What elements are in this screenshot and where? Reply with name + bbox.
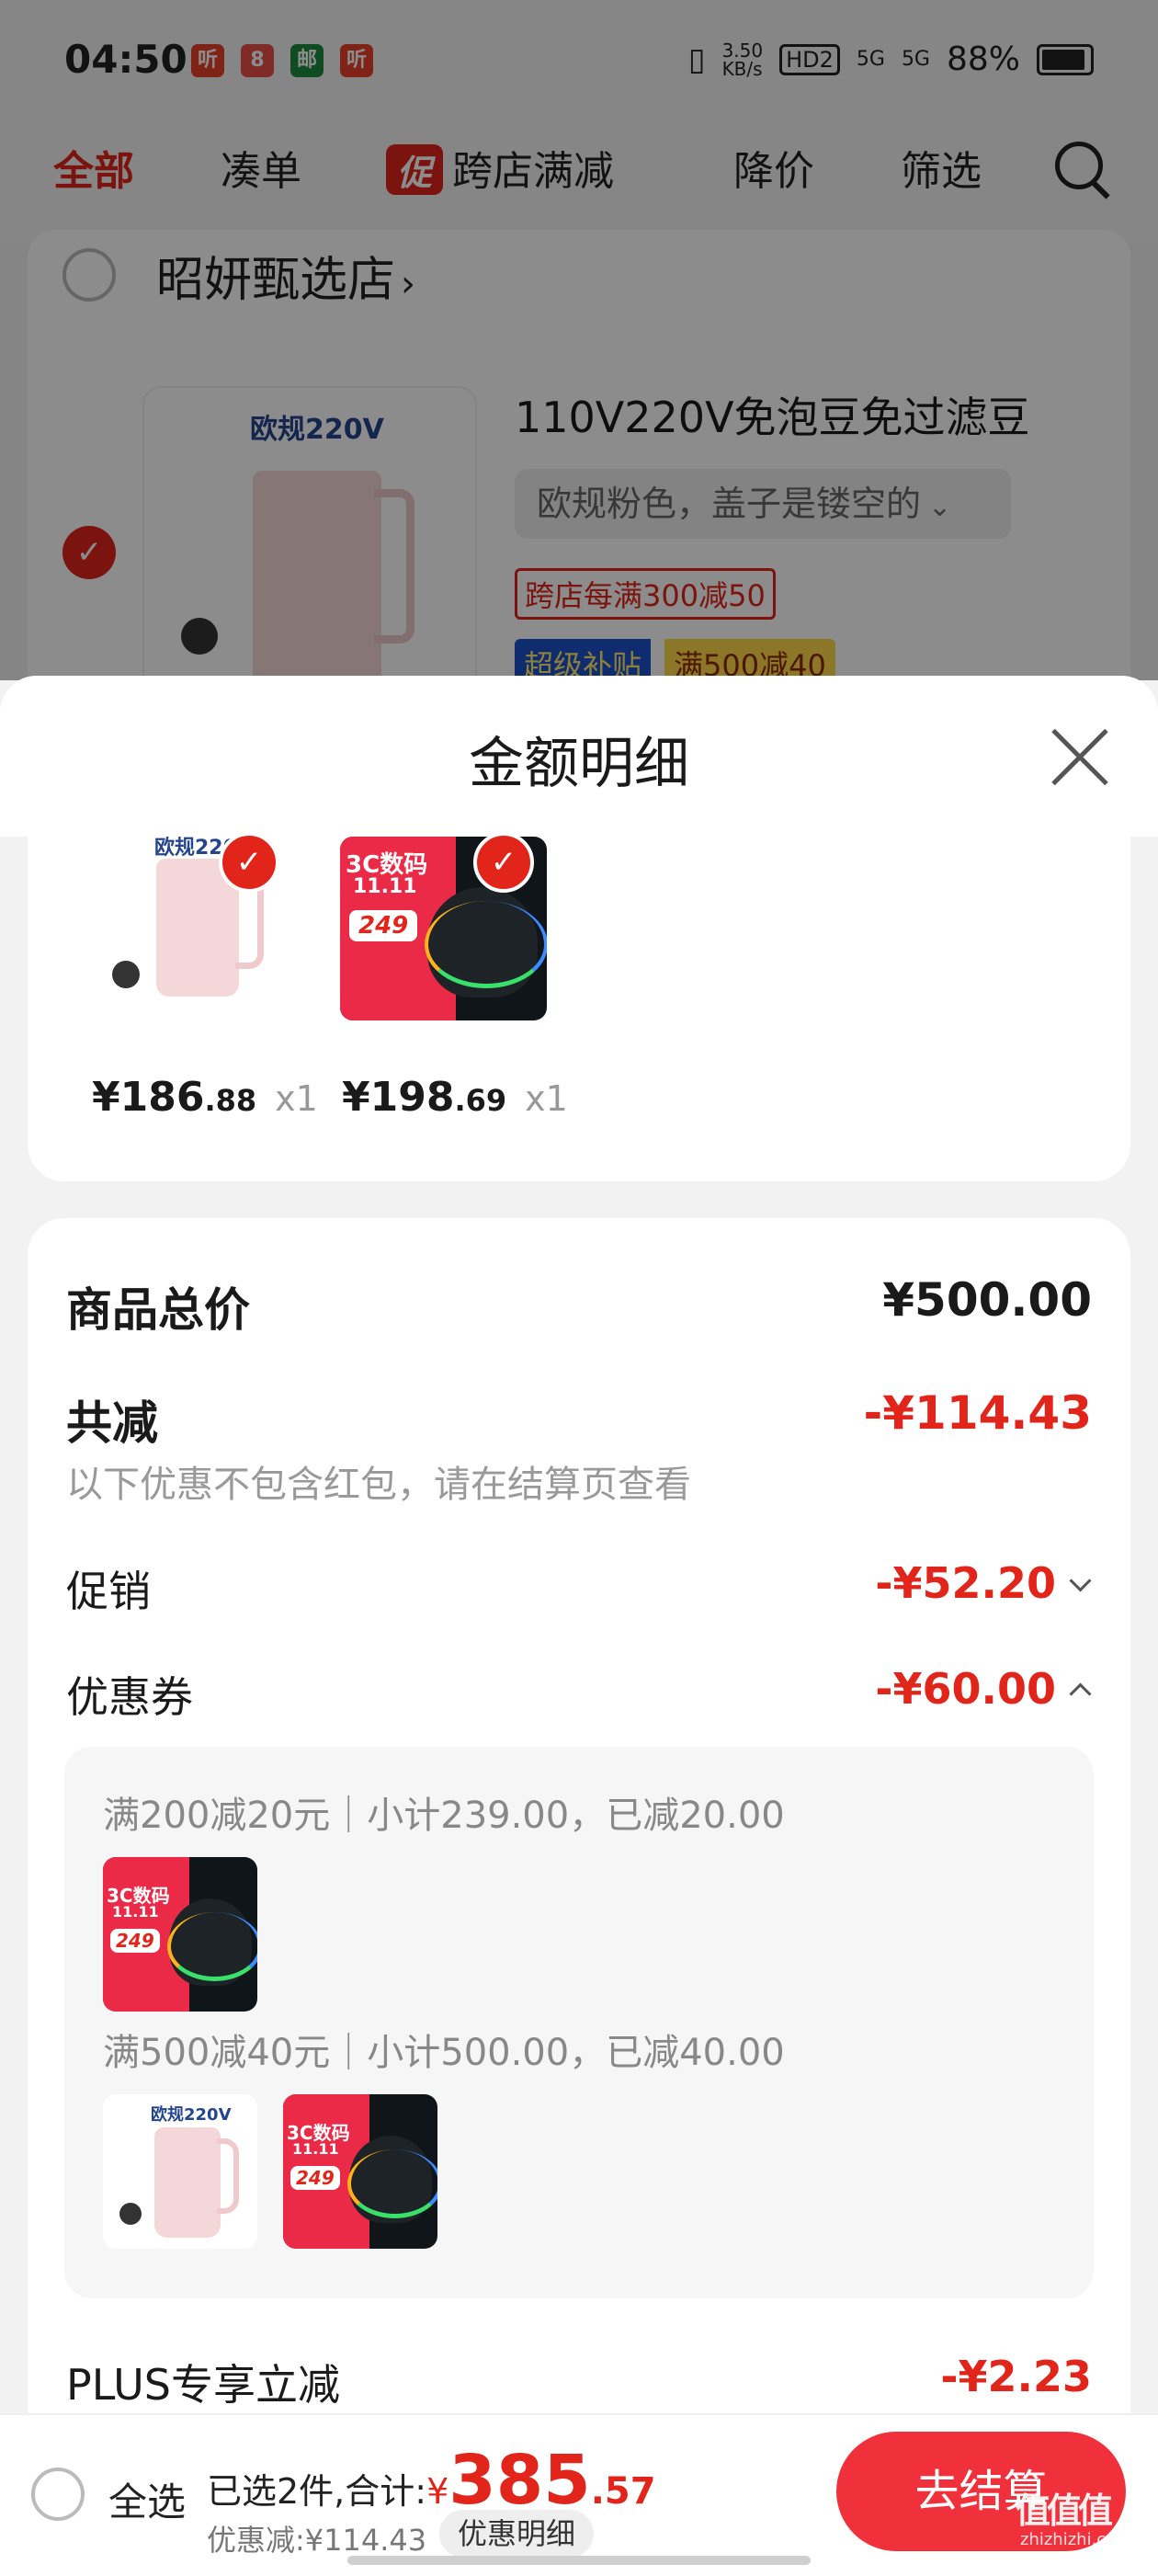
order-summary: 已选2件,合计:¥385.57 [207,2441,656,2520]
coupon-row[interactable]: -¥60.00 [875,1664,1092,1714]
chevron-down-icon [1069,1569,1092,1592]
reduce-note: 以下优惠不包含红包，请在结算页查看 [66,1464,691,1506]
coupon-item-thumbnail: 欧规220V [103,2094,257,2249]
item-price: ¥198.69 x1 [342,1074,568,1121]
modal-overlay[interactable] [0,0,1158,680]
coupon-item-thumbnail: 3C数码 11.11 249 [103,1857,257,2012]
coupon-item-thumbnail: 3C数码 11.11 249 [283,2094,437,2249]
sheet-title: 金额明细 [469,732,689,796]
discount-summary: 优惠减:¥114.43 [207,2523,427,2558]
reduce-label: 共减 [66,1396,158,1450]
watermark: 值值值 [1016,2491,1113,2531]
reduce-value: -¥114.43 [863,1386,1093,1440]
item-price: ¥186.88 x1 [92,1074,318,1121]
total-price-value: ¥500.00 [882,1273,1092,1327]
select-all-radio[interactable] [31,2468,85,2521]
watermark-url: zhizhizhi.com [1020,2530,1132,2549]
chevron-up-icon [1069,1682,1092,1705]
coupon-group-desc: 满200减20元｜小计239.00，已减20.00 [103,1795,785,1837]
select-all-label[interactable]: 全选 [108,2471,186,2527]
promo-value: -¥52.20 [875,1558,1056,1608]
item-checked-icon: ✓ [219,832,279,893]
home-indicator[interactable] [347,2556,811,2565]
coupon-label: 优惠券 [66,1672,193,1722]
total-amount: 385 [448,2441,591,2520]
coupon-value: -¥60.00 [875,1664,1056,1714]
plus-label: PLUS专享立减 [66,2360,340,2410]
close-icon[interactable] [1048,726,1112,791]
coupon-group-desc: 满500减40元｜小计500.00，已减40.00 [103,2032,785,2074]
item-checked-icon: ✓ [473,832,534,893]
discount-detail-button[interactable]: 优惠明细 [439,2510,595,2558]
promo-row[interactable]: -¥52.20 [875,1558,1092,1608]
plus-value: -¥2.23 [940,2352,1092,2401]
total-price-label: 商品总价 [66,1283,250,1337]
promo-label: 促销 [66,1567,151,1616]
